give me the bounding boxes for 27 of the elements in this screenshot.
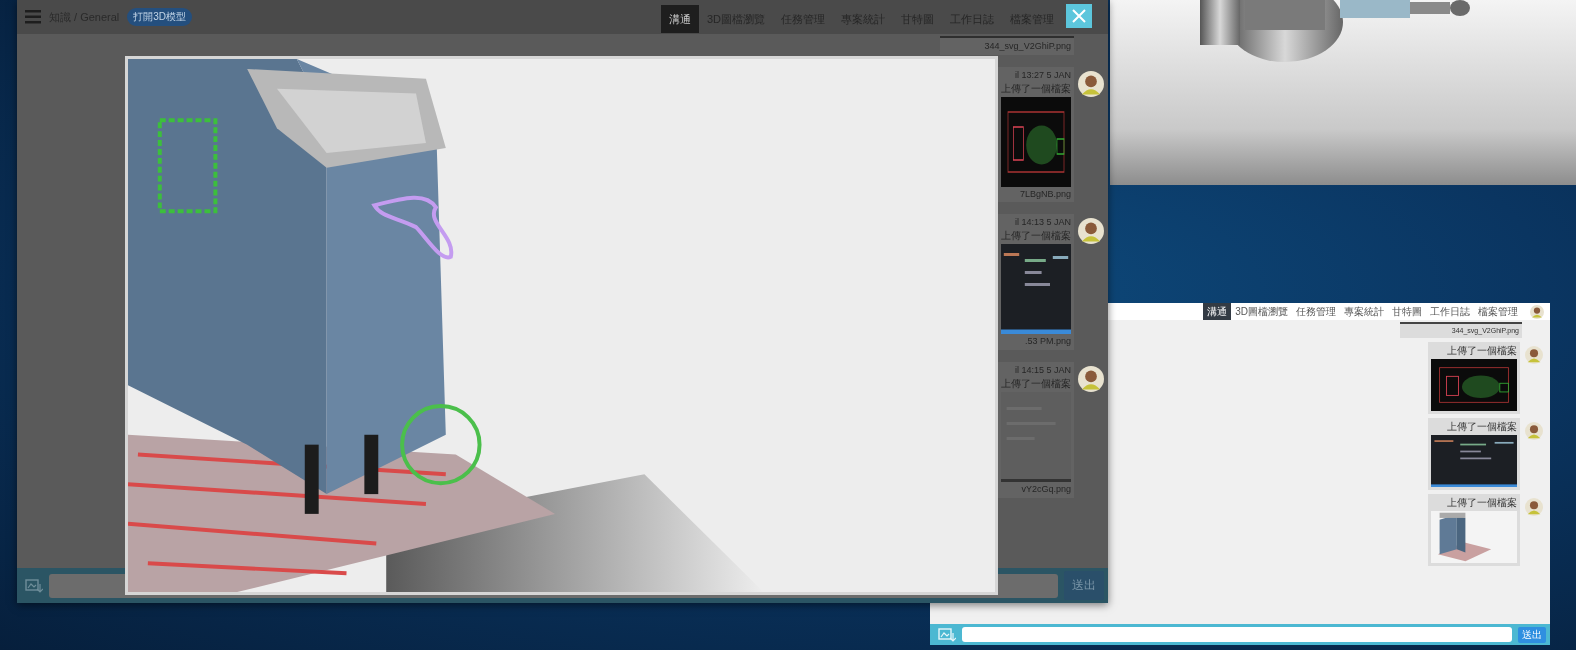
tab[interactable]: 工作日誌	[1426, 303, 1474, 320]
tab[interactable]: 3D圖檔瀏覽	[1231, 303, 1292, 320]
avatar-icon	[1078, 366, 1104, 392]
avatar-icon	[1525, 346, 1543, 365]
message-text: 上傳了一個檔案	[1447, 345, 1517, 358]
tab[interactable]: 專案統計	[1340, 303, 1388, 320]
attach-icon[interactable]	[938, 626, 956, 643]
tab[interactable]: 溝通	[660, 5, 699, 33]
tab[interactable]: 甘特圖	[1388, 303, 1426, 320]
attach-icon[interactable]	[25, 577, 43, 594]
tab[interactable]: 任務管理	[1292, 303, 1340, 320]
avatar-icon	[1525, 422, 1543, 441]
close-button[interactable]	[1066, 4, 1092, 28]
avatar-icon	[1525, 498, 1543, 517]
menu-icon[interactable]	[25, 10, 41, 24]
tab[interactable]: 檔案管理	[1474, 303, 1522, 320]
send-button[interactable]: 送出	[1518, 626, 1546, 643]
message-text: 上傳了一個檔案	[1447, 421, 1517, 434]
open-model-badge[interactable]: 打開3D模型	[127, 8, 193, 26]
avatar-icon	[1078, 70, 1104, 97]
message-input[interactable]	[962, 627, 1512, 642]
file-name: 7LBgNB.png	[1019, 188, 1071, 200]
tab[interactable]: 溝通	[1203, 303, 1232, 320]
close-icon	[1071, 8, 1087, 24]
avatar-icon	[1078, 218, 1104, 245]
message-text: 上傳了一個檔案	[1447, 497, 1517, 510]
avatar-icon	[1530, 304, 1544, 319]
